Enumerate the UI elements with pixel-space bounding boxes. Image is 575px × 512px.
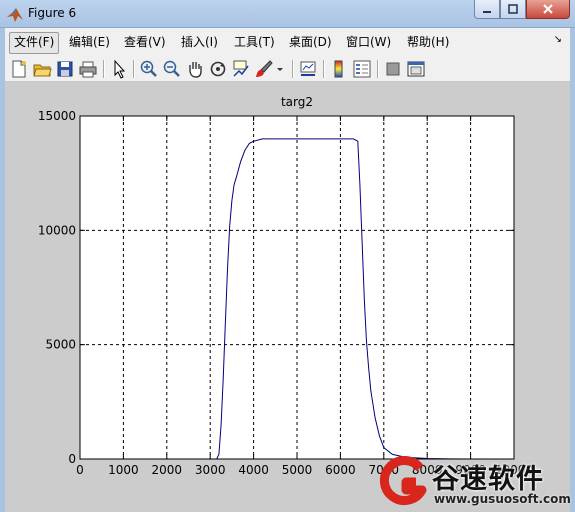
save-button[interactable]: [55, 59, 75, 79]
x-tick-label: 0: [76, 463, 84, 477]
toolbar-separator: [377, 60, 379, 78]
brush-dropdown-button[interactable]: [275, 59, 285, 79]
new-figure-icon: [12, 60, 26, 78]
minimize-button[interactable]: [474, 0, 500, 19]
data-cursor-icon: [233, 60, 249, 77]
toolbar-separator: [323, 60, 325, 78]
pan-hand-icon: [189, 62, 202, 78]
print-button[interactable]: [78, 59, 98, 79]
menu-desktop[interactable]: 桌面(D): [285, 32, 336, 52]
maximize-button[interactable]: [500, 0, 526, 19]
menu-bar: 文件(F) 编辑(E) 查看(V) 插入(I) 工具(T) 桌面(D) 窗口(W…: [5, 28, 570, 56]
print-icon: [79, 61, 97, 78]
save-icon: [57, 61, 73, 77]
zoom-out-icon: [163, 60, 180, 77]
axes-background: [79, 115, 515, 460]
hide-plot-tools-icon: [386, 62, 400, 76]
watermark-url: www.gusuosoft.com: [434, 492, 571, 506]
menu-file[interactable]: 文件(F): [9, 32, 60, 54]
gusuosoft-logo: [379, 456, 427, 505]
close-icon: [543, 4, 553, 14]
x-tick-label: 5000: [282, 463, 313, 477]
rotate-3d-button[interactable]: [208, 59, 228, 79]
show-plot-tools-button[interactable]: [406, 59, 426, 79]
minimize-icon: [483, 11, 491, 13]
open-file-icon: [33, 64, 52, 77]
window-titlebar[interactable]: Figure 6: [0, 0, 575, 28]
y-tick-label: 5000: [45, 338, 76, 352]
brush-icon: [256, 60, 273, 77]
x-tick-label: 2000: [152, 463, 183, 477]
legend-icon: [353, 60, 371, 78]
x-tick-label: 3000: [195, 463, 226, 477]
colorbar-button[interactable]: [329, 59, 349, 79]
zoom-in-button[interactable]: [139, 59, 159, 79]
y-tick-label: 0: [68, 452, 76, 466]
pointer-icon: [114, 59, 126, 79]
zoom-in-icon: [140, 60, 157, 77]
brush-button[interactable]: [254, 59, 274, 79]
hide-plot-tools-button[interactable]: [383, 59, 403, 79]
x-tick-label: 6000: [325, 463, 356, 477]
y-tick-labels: 0 5000 10000 15000: [38, 109, 76, 466]
watermark: 谷速软件 www.gusuosoft.com: [372, 452, 575, 512]
pointer-button[interactable]: [109, 59, 129, 79]
menu-insert[interactable]: 插入(I): [177, 32, 222, 52]
window-title: Figure 6: [28, 6, 77, 20]
menu-overflow-icon[interactable]: ↘: [554, 34, 562, 45]
pan-button[interactable]: [185, 59, 205, 79]
legend-button[interactable]: [352, 59, 372, 79]
link-plot-icon: [300, 61, 316, 76]
matlab-logo-icon: [7, 8, 23, 22]
toolbar-separator: [103, 60, 105, 78]
menu-tools[interactable]: 工具(T): [230, 32, 279, 52]
y-tick-label: 10000: [38, 223, 76, 237]
figure-toolbar: [5, 56, 570, 82]
figure-canvas: 0 1000 2000 3000 4000 5000 6000 7000 8000 9000 100…: [5, 82, 570, 512]
x-tick-label: 1000: [108, 463, 139, 477]
x-tick-label: 4000: [238, 463, 269, 477]
colorbar-icon: [334, 60, 343, 78]
plot-area[interactable]: 0 1000 2000 3000 4000 5000 6000 7000 8000 9000 100…: [5, 82, 570, 512]
data-cursor-button[interactable]: [231, 59, 251, 79]
close-button[interactable]: [526, 0, 570, 19]
menu-help[interactable]: 帮助(H): [403, 32, 453, 52]
link-plot-button[interactable]: [298, 59, 318, 79]
menu-view[interactable]: 查看(V): [120, 32, 170, 52]
open-file-button[interactable]: [32, 59, 52, 79]
show-plot-tools-icon: [407, 61, 425, 77]
chart-title: targ2: [281, 95, 313, 109]
menu-edit[interactable]: 编辑(E): [65, 32, 114, 52]
watermark-name: 谷速软件: [432, 464, 544, 495]
menu-window[interactable]: 窗口(W): [342, 32, 395, 52]
brush-dropdown-icon: [277, 68, 283, 71]
zoom-out-button[interactable]: [162, 59, 182, 79]
y-tick-label: 15000: [38, 109, 76, 123]
rotate-3d-icon: [210, 61, 226, 77]
toolbar-separator: [133, 60, 135, 78]
toolbar-separator: [292, 60, 294, 78]
new-figure-button[interactable]: [9, 59, 29, 79]
maximize-icon: [508, 4, 518, 14]
